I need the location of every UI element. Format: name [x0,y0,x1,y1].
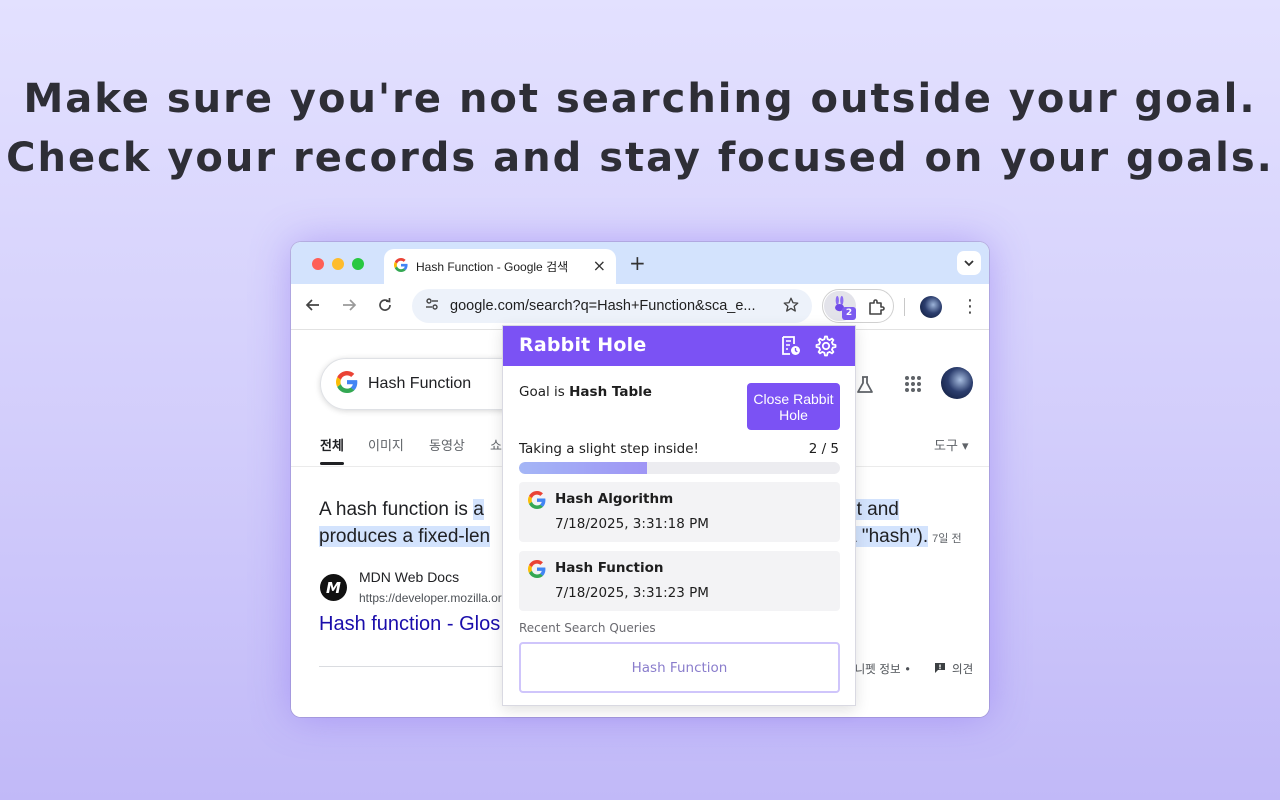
back-button[interactable] [303,297,323,317]
featured-snippet-line-1: A hash function is a [319,496,484,523]
mdn-favicon-icon: M [320,574,347,601]
tools-button[interactable]: 도구 ▾ [934,435,969,454]
history-item-time: 7/18/2025, 3:31:18 PM [555,516,709,532]
snippet-highlight-line-2: produces a fixed-len [319,526,491,547]
tab-search-button[interactable] [957,251,981,275]
browser-tab[interactable]: Hash Function - Google 검색 × [384,249,616,284]
google-logo-icon [528,560,546,582]
result-link[interactable]: Hash function - Glos [319,613,500,636]
snippet-date: 7일 전 [932,533,962,545]
feedback-button[interactable]: 의견 [934,661,973,677]
popup-title: Rabbit Hole [519,334,647,356]
toolbar-divider [904,298,905,316]
history-item[interactable]: Hash Function 7/18/2025, 3:31:23 PM [519,551,840,611]
history-item-title: Hash Function [555,560,664,576]
history-item-time: 7/18/2025, 3:31:23 PM [555,585,709,601]
snippet-highlight: a [473,499,484,520]
labs-flask-icon[interactable] [854,374,876,400]
site-settings-icon[interactable] [424,296,440,316]
snippet-highlight-line-2-end: a "hash"). [846,526,929,547]
url-text: google.com/search?q=Hash+Function&sca_e.… [450,298,756,314]
tab-shopping[interactable]: 쇼 [490,435,502,454]
google-logo-icon [336,371,358,397]
step-progress-bar [519,462,840,474]
forward-button[interactable] [339,297,359,317]
extensions-group: 2 [822,289,894,323]
search-query: Hash Function [368,375,472,392]
google-favicon-icon [394,257,408,276]
headline-line-1: Make sure you're not searching outside y… [23,76,1257,122]
history-item-title: Hash Algorithm [555,491,674,507]
profile-avatar[interactable] [920,296,942,318]
headline-line-2: Check your records and stay focused on y… [6,135,1274,181]
google-logo-icon [528,491,546,513]
history-list-icon[interactable] [780,335,802,361]
arrow-right-icon [341,297,357,317]
google-apps-icon[interactable] [904,375,922,397]
google-account-avatar[interactable] [941,367,973,399]
tab-videos[interactable]: 동영상 [429,435,465,454]
headline: Make sure you're not searching outside y… [0,70,1280,188]
feedback-label: 의견 [952,662,974,676]
recent-query-item[interactable]: Hash Function [519,642,840,693]
source-url[interactable]: https://developer.mozilla.or [359,591,502,605]
goal-text: Goal is Hash Table [519,384,652,400]
source-name: MDN Web Docs [359,569,460,585]
status-text: Taking a slight step inside! [519,441,699,457]
puzzle-icon[interactable] [866,297,886,321]
result-divider [319,666,509,667]
extension-badge: 2 [842,307,856,320]
close-rabbit-hole-button[interactable]: Close Rabbit Hole [747,383,840,430]
tab-images[interactable]: 이미지 [368,435,404,454]
tab-bar: Hash Function - Google 검색 × + [291,242,989,284]
chevron-down-icon [963,254,975,273]
reload-button[interactable] [375,297,395,317]
recent-queries-label: Recent Search Queries [519,621,656,635]
step-progress-fill [519,462,648,474]
gear-icon[interactable] [814,334,838,362]
arrow-left-icon [305,297,321,317]
goal-prefix: Goal is [519,384,570,400]
active-tab-indicator [320,462,344,465]
goal-value: Hash Table [569,384,652,400]
snippet-text-start: A hash function is [319,499,474,520]
tab-title: Hash Function - Google 검색 [416,260,569,274]
rabbit-hole-popup: Rabbit Hole Goal is Hash Table Close Rab… [502,325,856,706]
address-bar[interactable]: google.com/search?q=Hash+Function&sca_e.… [412,289,812,323]
history-item[interactable]: Hash Algorithm 7/18/2025, 3:31:18 PM [519,482,840,542]
tab-close-icon[interactable]: × [593,257,606,275]
snippet-line-2-end: a "hash"). 7일 전 [846,523,962,553]
minimize-window-button[interactable] [332,258,344,270]
snippet-line-2-start: produces a fixed-len [319,523,491,550]
feedback-icon [934,662,946,677]
tab-all[interactable]: 전체 [320,435,344,454]
new-tab-button[interactable]: + [629,252,646,274]
close-window-button[interactable] [312,258,324,270]
maximize-window-button[interactable] [352,258,364,270]
reload-icon [377,297,393,317]
browser-toolbar: google.com/search?q=Hash+Function&sca_e.… [291,284,989,330]
popup-header: Rabbit Hole [503,326,855,366]
browser-menu-icon[interactable]: ⋮ [961,297,979,317]
rabbit-hole-extension-button[interactable]: 2 [824,291,856,321]
bookmark-star-icon[interactable] [782,296,800,318]
step-count: 2 / 5 [808,441,839,457]
